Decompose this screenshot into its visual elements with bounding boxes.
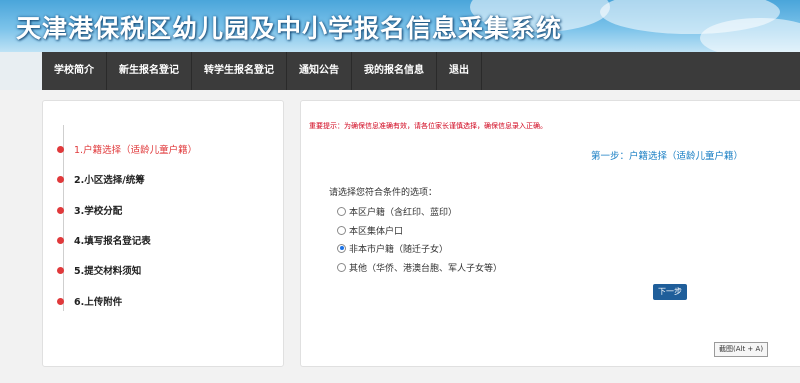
form-panel: 重要提示：为确保信息准确有效，请各位家长谨慎选择，确保信息录入正确。 第一步：户… — [300, 100, 800, 367]
step-fill-form: 4.填写报名登记表 — [57, 232, 151, 248]
option-label: 非本市户籍（随迁子女） — [349, 244, 449, 255]
step-label: 2.小区选择/统筹 — [74, 175, 145, 186]
step-submission-notes: 5.提交材料须知 — [57, 262, 141, 278]
option-label: 本区集体户口 — [349, 226, 404, 237]
nav-announcements[interactable]: 通知公告 — [287, 52, 352, 90]
step-dot-icon — [57, 266, 64, 274]
step-label: 3.学校分配 — [74, 206, 123, 217]
option-collective-household[interactable]: 本区集体户口 — [337, 223, 403, 237]
radio-button[interactable] — [337, 206, 346, 216]
step-dot-icon — [57, 236, 64, 244]
nav-logout[interactable]: 退出 — [437, 52, 482, 90]
nav-transfer-registration[interactable]: 转学生报名登记 — [192, 52, 287, 90]
step-label: 1.户籍选择（适龄儿童户籍） — [74, 145, 198, 156]
option-label: 其他（华侨、港澳台胞、军人子女等） — [349, 263, 503, 274]
step-heading: 第一步：户籍选择（适龄儿童户籍） — [591, 151, 744, 162]
step-dot-icon — [57, 297, 64, 305]
important-notice: 重要提示：为确保信息准确有效，请各位家长谨慎选择，确保信息录入正确。 — [309, 122, 547, 130]
option-other[interactable]: 其他（华侨、港澳台胞、军人子女等） — [337, 260, 502, 274]
option-non-local-registration[interactable]: 非本市户籍（随迁子女） — [337, 241, 448, 255]
radio-button-checked[interactable] — [337, 243, 346, 253]
step-dot-icon — [57, 206, 64, 214]
step-label: 6.上传附件 — [74, 297, 123, 308]
step-household-registration: 1.户籍选择（适龄儿童户籍） — [57, 141, 197, 157]
option-prompt: 请选择您符合条件的选项： — [329, 188, 438, 198]
step-dot-icon — [57, 145, 64, 153]
radio-button[interactable] — [337, 262, 346, 272]
option-label: 本区户籍（含红印、蓝印） — [349, 207, 458, 218]
screenshot-tooltip: 截图(Alt + A) — [714, 342, 769, 357]
nav-new-student-registration[interactable]: 新生报名登记 — [107, 52, 192, 90]
step-label: 4.填写报名登记表 — [74, 236, 151, 247]
steps-panel: 1.户籍选择（适龄儿童户籍） 2.小区选择/统筹 3.学校分配 4.填写报名登记… — [42, 100, 284, 367]
step-label: 5.提交材料须知 — [74, 266, 142, 277]
step-dot-icon — [57, 175, 64, 183]
step-community-selection: 2.小区选择/统筹 — [57, 171, 145, 187]
nav-my-registration[interactable]: 我的报名信息 — [352, 52, 437, 90]
step-upload-attachments: 6.上传附件 — [57, 293, 122, 309]
nav-school-intro[interactable]: 学校简介 — [42, 52, 107, 90]
radio-button[interactable] — [337, 225, 346, 235]
nav-bar: 学校简介 新生报名登记 转学生报名登记 通知公告 我的报名信息 退出 — [42, 52, 800, 90]
header-banner: 天津港保税区幼儿园及中小学报名信息采集系统 — [0, 0, 800, 52]
step-school-assignment: 3.学校分配 — [57, 202, 122, 218]
next-step-button[interactable]: 下一步 — [653, 284, 687, 300]
main-nav: 学校简介 新生报名登记 转学生报名登记 通知公告 我的报名信息 退出 — [0, 52, 800, 90]
site-title: 天津港保税区幼儿园及中小学报名信息采集系统 — [16, 14, 563, 43]
option-local-registration[interactable]: 本区户籍（含红印、蓝印） — [337, 204, 457, 218]
